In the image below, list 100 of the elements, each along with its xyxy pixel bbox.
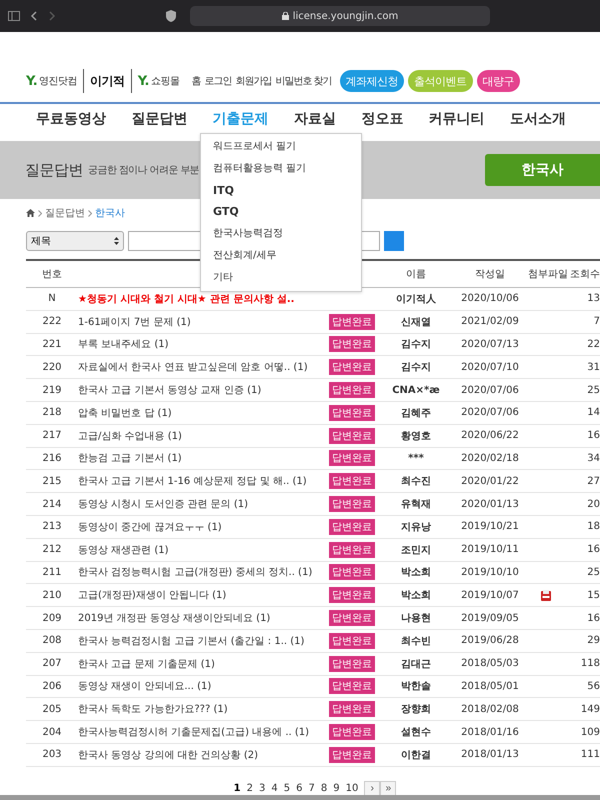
breadcrumb-link[interactable]: 질문답변 [45, 206, 85, 220]
table-cell-text: 2020/02/18 [460, 452, 520, 464]
nav-tab[interactable]: 도서소개 [510, 110, 566, 136]
status-badge: 답변완료 [329, 336, 375, 352]
page-link[interactable]: 5 [284, 783, 290, 794]
status-badge: 답변완료 [329, 518, 375, 535]
table-cell-text: 2020/07/06 [460, 407, 520, 418]
post-title-link[interactable]: 동영상 시청시 도서인증 관련 문의 (1) [78, 497, 324, 512]
menu-item[interactable]: 워드프로세서 필기 [201, 136, 361, 158]
table-cell-text: 2019/10/21 [460, 521, 520, 532]
post-title-link[interactable]: 부록 보내주세요 (1) [78, 337, 324, 352]
post-title-link[interactable]: 한국사 고급 문제 기출문제 (1) [78, 656, 324, 671]
category-button[interactable]: 한국사 [485, 154, 600, 186]
column-header: 이름 [405, 268, 427, 281]
status-badge: 답변완료 [329, 428, 375, 444]
page-link[interactable]: 9 [333, 783, 340, 794]
post-title-link[interactable]: 자료실에서 한국사 연표 받고싶은데 암호 어떻.. (1) [78, 360, 324, 374]
nav-tab[interactable]: 정오표 [361, 110, 404, 136]
table-cell-text: 209 [41, 612, 63, 624]
table-cell-text: 2019/10/07 [460, 590, 520, 601]
post-title-link[interactable]: 한국사 독학도 가능한가요??? (1) [78, 702, 324, 716]
brand-logo[interactable]: 이기적 [90, 72, 125, 90]
post-title-link[interactable]: 한국사 고급 기본서 동영상 교재 인증 (1) [78, 383, 324, 398]
nav-tab[interactable]: 자료실 [294, 110, 336, 136]
post-title-link[interactable]: 동영상 재생관련 (1) [78, 542, 324, 557]
brand-logo[interactable]: Y.영진닷컴 [26, 74, 78, 88]
table-cell-text: 2018/01/13 [460, 749, 520, 760]
last-page-button[interactable]: » [380, 780, 396, 797]
table-cell-text: 2019/09/05 [460, 612, 520, 624]
post-title-link[interactable]: 고급/심화 수업내용 (1) [78, 428, 324, 443]
header-link[interactable]: 회원가입 [235, 74, 272, 88]
promo-button[interactable]: 대량구 [476, 70, 520, 92]
table-cell-text: 18 [586, 521, 600, 532]
breadcrumb-link[interactable]: 한국사 [95, 206, 125, 220]
page-link[interactable]: 2 [246, 783, 253, 794]
header-link[interactable]: 홈 [191, 74, 200, 88]
table-cell-text: 212 [41, 544, 63, 556]
table-cell-text: 조민지 [400, 544, 432, 557]
nav-tab[interactable]: 무료동영상 [36, 110, 106, 136]
menu-item[interactable]: 한국사능력검정 [201, 223, 361, 245]
nav-tab[interactable]: 커뮤니티 [428, 110, 485, 136]
post-title-link[interactable]: 고급(개정판)재생이 안됩니다 (1) [78, 588, 324, 602]
page-link[interactable]: 3 [258, 783, 266, 794]
table-cell-text: 16 [586, 544, 600, 556]
menu-item[interactable]: ITQ [201, 180, 361, 202]
post-title-link[interactable]: 압축 비밀번호 답 (1) [78, 406, 324, 420]
page-link[interactable]: 1 [234, 783, 241, 794]
post-title-link[interactable]: 한국사 능력검정시험 고급 기본서 (출간일 : 1.. (1) [78, 634, 324, 648]
select-arrows-icon [114, 237, 119, 245]
page-link[interactable]: 10 [346, 783, 358, 794]
table-cell-text: 31 [586, 362, 600, 373]
post-title-link[interactable]: 한능검 고급 기본서 (1) [78, 451, 324, 466]
post-title-link[interactable]: 한국사 동영상 강의에 대한 건의상황 (2) [78, 748, 324, 762]
status-badge: 답변완료 [329, 542, 375, 558]
menu-item[interactable]: GTQ [201, 201, 361, 224]
post-title-link[interactable]: ★청동기 시대와 철기 시대★ 관련 문의사항 설.. [78, 292, 324, 306]
page-link[interactable]: 7 [308, 783, 315, 794]
status-badge: 답변완료 [329, 724, 375, 740]
post-title-link[interactable]: 2019년 개정판 동영상 재생이안되네요 (1) [78, 611, 324, 626]
table-cell-text: 최수진 [400, 475, 432, 488]
page-link[interactable]: 6 [296, 783, 302, 794]
table-cell-text: 203 [41, 749, 63, 760]
page-link[interactable]: 8 [320, 783, 328, 794]
post-title-link[interactable]: 1-61페이지 7번 문제 (1) [78, 314, 324, 329]
post-title-link[interactable]: 한국사 검정능력시험 고급(개정판) 중세의 정치.. (1) [78, 565, 324, 580]
menu-item[interactable]: 컴퓨터활용능력 필기 [201, 158, 361, 180]
next-page-button[interactable]: › [364, 780, 380, 797]
lock-icon [282, 12, 289, 20]
table-cell-text: 이기적人 [395, 292, 437, 306]
header-link[interactable]: 로그인 [204, 74, 232, 88]
home-icon[interactable] [26, 209, 35, 217]
search-select[interactable]: 제목 [26, 231, 124, 251]
back-icon[interactable] [30, 11, 38, 21]
sidebar-icon[interactable] [8, 11, 20, 21]
brand-logo[interactable]: Y.쇼핑몰 [138, 74, 180, 88]
menu-item[interactable]: 기타 [201, 266, 361, 289]
table-cell-text: 219 [41, 384, 63, 396]
status-badge: 답변완료 [329, 404, 375, 421]
table-cell-text: 204 [41, 726, 63, 738]
shield-icon[interactable] [166, 10, 176, 22]
table-cell-text: 나용현 [400, 612, 432, 626]
menu-item[interactable]: 전산회계/세무 [201, 244, 361, 267]
table-cell-text: 215 [41, 476, 63, 487]
table-cell-text: 22 [586, 338, 600, 350]
status-badge: 답변완료 [329, 587, 375, 604]
nav-tab[interactable]: 질문답변 [131, 110, 188, 136]
header-link[interactable]: 비밀번호 찾기 [275, 74, 332, 88]
post-title-link[interactable]: 동영상이 중간에 끊겨요ㅜㅜ (1) [78, 520, 324, 534]
table-cell-text: 109 [580, 726, 600, 738]
post-title-link[interactable]: 동영상 재생이 안되네요... (1) [78, 679, 324, 694]
table-cell-text: 206 [41, 680, 63, 692]
table-cell-text: 김대근 [400, 658, 432, 671]
file-icon[interactable] [541, 590, 551, 601]
table-cell-text: 29 [586, 635, 600, 646]
post-title-link[interactable]: 한국사 고급 기본서 1-16 예상문제 정답 및 해.. (1) [78, 474, 324, 488]
address-bar[interactable]: license.youngjin.com [190, 6, 490, 26]
table-cell-text: 13 [586, 293, 600, 304]
page-link[interactable]: 4 [271, 783, 278, 794]
table-cell-text: 34 [586, 452, 600, 464]
post-title-link[interactable]: 한국사능력검정시허 기출문제집(고급) 내용에 .. (1) [78, 725, 324, 740]
